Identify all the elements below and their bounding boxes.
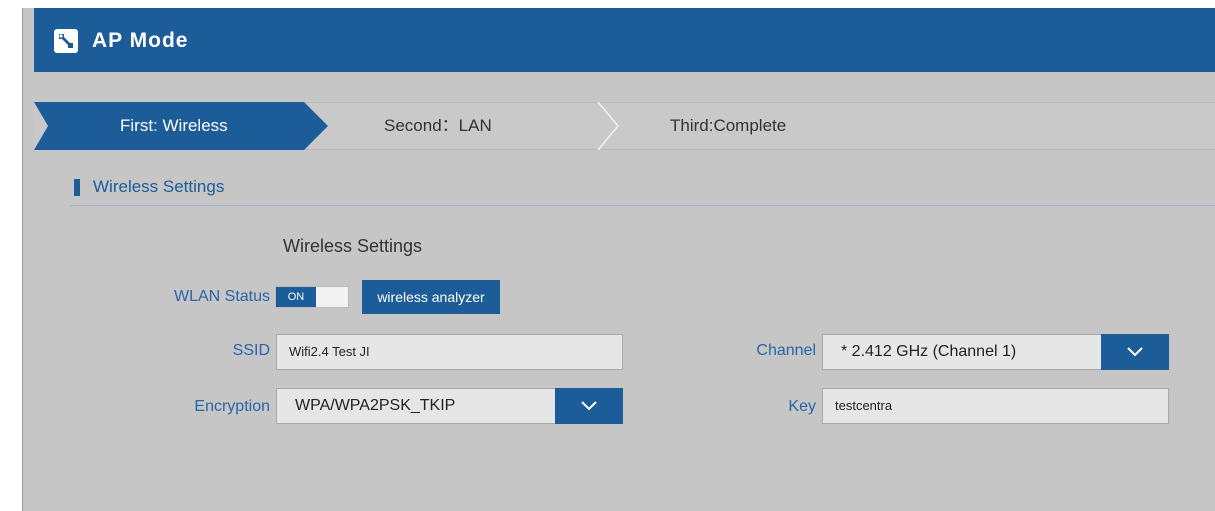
section-divider [70, 205, 1215, 206]
key-label: Key [788, 398, 816, 415]
chevron-down-icon [1127, 347, 1143, 357]
wlan-status-label: WLAN Status [173, 288, 270, 305]
channel-select[interactable]: * 2.412 GHz (Channel 1) [822, 334, 1169, 370]
ssid-label: SSID [232, 342, 270, 359]
encryption-value: WPA/WPA2PSK_TKIP [295, 397, 456, 414]
step-first[interactable]: First: Wireless [120, 102, 228, 150]
page-title: AP Mode [92, 29, 189, 52]
ssid-value: Wifi2.4 Test JI [289, 344, 370, 359]
encryption-label: Encryption [194, 398, 270, 415]
step-third[interactable]: Third:Complete [670, 102, 786, 150]
channel-dropdown-button[interactable] [1101, 334, 1169, 370]
step-separator [597, 102, 619, 150]
key-field[interactable]: testcentra [822, 388, 1169, 424]
toggle-on-label: ON [276, 287, 316, 307]
chevron-down-icon [581, 401, 597, 411]
section-title: Wireless Settings [93, 177, 225, 196]
title-bar [34, 8, 1215, 72]
wrench-icon [54, 29, 78, 53]
ssid-field[interactable]: Wifi2.4 Test JI [276, 334, 623, 370]
channel-label: Channel [756, 342, 816, 359]
key-value: testcentra [835, 398, 893, 413]
form-title: Wireless Settings [283, 236, 423, 256]
wireless-analyzer-button[interactable]: wireless analyzer [362, 280, 500, 314]
wlan-status-toggle[interactable]: ON [275, 286, 349, 308]
step-second[interactable]: Second：LAN [384, 102, 492, 150]
encryption-select[interactable]: WPA/WPA2PSK_TKIP [276, 388, 623, 424]
channel-value: * 2.412 GHz (Channel 1) [841, 343, 1017, 360]
panel-border [22, 8, 23, 511]
section-marker [74, 179, 80, 196]
encryption-dropdown-button[interactable] [555, 388, 623, 424]
